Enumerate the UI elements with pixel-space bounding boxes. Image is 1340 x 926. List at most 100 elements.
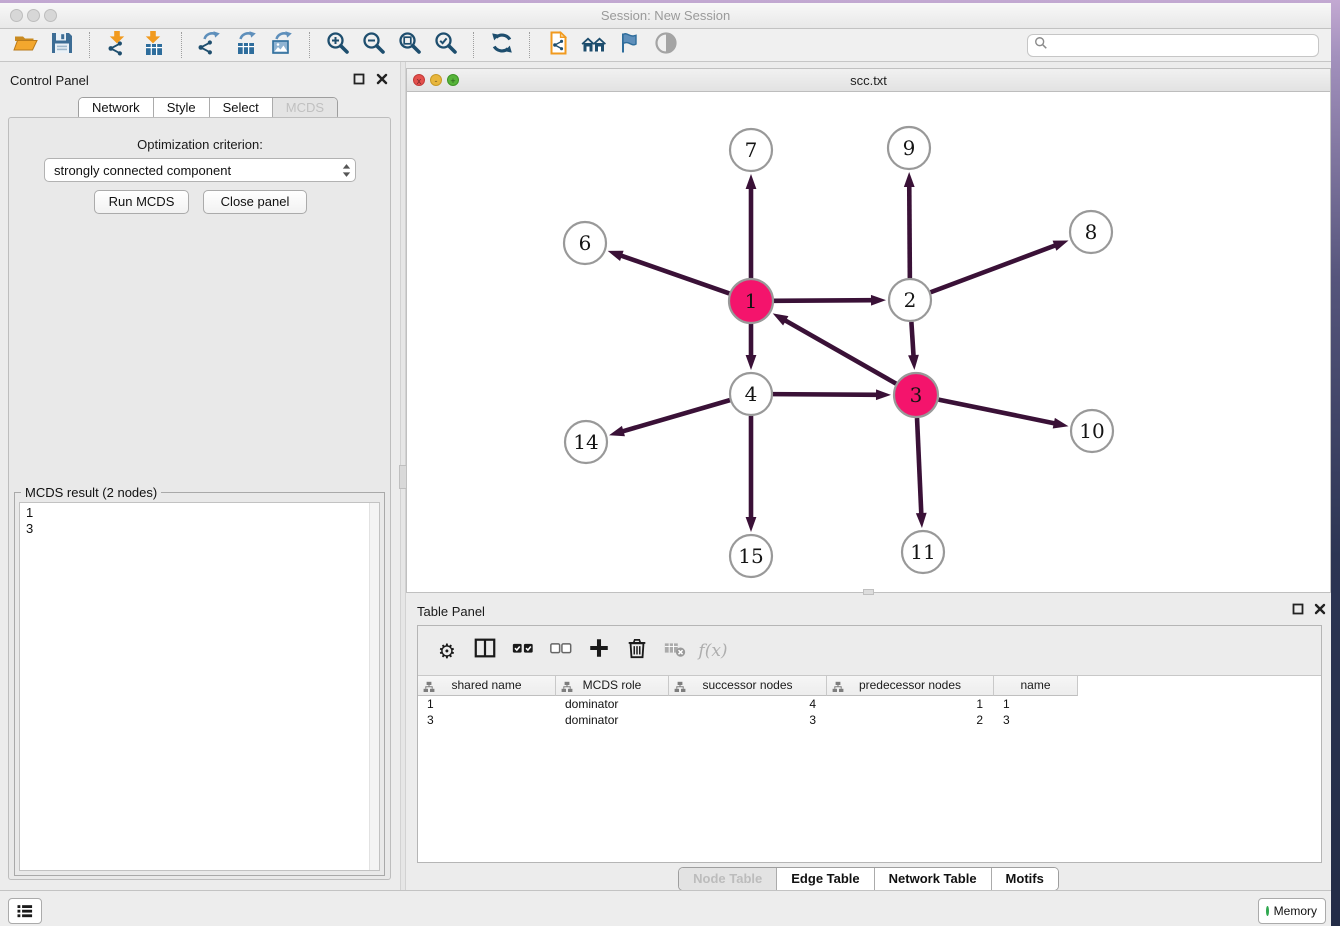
graph-edge-1-7[interactable] <box>746 174 757 278</box>
graph-edge-4-14[interactable] <box>609 400 730 436</box>
zoom-selected-icon <box>433 30 459 61</box>
cell-MCDS-role[interactable]: dominator <box>556 696 669 712</box>
vizmapper-button[interactable] <box>612 30 648 60</box>
toggle-column-view-button[interactable] <box>470 636 500 666</box>
table-panel-close-button[interactable] <box>1313 602 1327 615</box>
cell-name[interactable]: 1 <box>994 696 1078 712</box>
column-label: MCDS role <box>583 678 642 692</box>
window-title: Session: New Session <box>0 3 1331 28</box>
create-column-button[interactable] <box>584 636 614 666</box>
graph-node-14[interactable]: 14 <box>565 421 607 463</box>
save-session-button[interactable] <box>44 30 80 60</box>
delete-table-button <box>660 636 690 666</box>
table-delete-icon <box>663 636 687 665</box>
select-all-columns-button[interactable] <box>508 636 538 666</box>
zoom-in-button[interactable] <box>320 30 356 60</box>
search-input[interactable] <box>1048 35 1318 55</box>
import-network-button[interactable] <box>100 30 136 60</box>
graph-edge-3-10[interactable] <box>939 400 1069 429</box>
tab-network-table[interactable]: Network Table <box>875 868 992 890</box>
cell-successor-nodes[interactable]: 3 <box>669 712 827 728</box>
column-header-name[interactable]: name <box>994 676 1078 696</box>
tab-node-table[interactable]: Node Table <box>679 868 777 890</box>
graph-edge-1-4[interactable] <box>746 324 757 370</box>
cell-MCDS-role[interactable]: dominator <box>556 712 669 728</box>
trash-icon <box>625 636 649 665</box>
column-header-shared-name[interactable]: shared name <box>418 676 556 696</box>
table-panel-float-button[interactable] <box>1291 602 1305 615</box>
graph-node-1[interactable]: 1 <box>729 279 773 323</box>
graph-edge-4-15[interactable] <box>746 416 757 532</box>
cell-name[interactable]: 3 <box>994 712 1078 728</box>
column-header-MCDS-role[interactable]: MCDS role <box>556 676 669 696</box>
graph-edge-2-3[interactable] <box>908 322 919 370</box>
export-table-button[interactable] <box>228 30 264 60</box>
new-network-from-selection-button[interactable] <box>540 30 576 60</box>
tab-edge-table[interactable]: Edge Table <box>777 868 874 890</box>
deselect-all-columns-button[interactable] <box>546 636 576 666</box>
network-window-titlebar[interactable]: x-+ scc.txt <box>407 69 1330 92</box>
columns-icon <box>473 636 497 665</box>
tab-motifs[interactable]: Motifs <box>992 868 1058 890</box>
cell-shared-name[interactable]: 1 <box>418 696 556 712</box>
graph-edge-3-1[interactable] <box>773 313 896 383</box>
graph-node-4[interactable]: 4 <box>730 373 772 415</box>
document-share-icon <box>545 30 571 61</box>
cell-shared-name[interactable]: 3 <box>418 712 556 728</box>
mcds-result-textarea[interactable]: 1 3 <box>19 502 380 871</box>
zoom-selected-button[interactable] <box>428 30 464 60</box>
delete-column-button[interactable] <box>622 636 652 666</box>
memory-button[interactable]: Memory <box>1258 898 1326 924</box>
zoom-fit-button[interactable] <box>392 30 428 60</box>
search-icon <box>1034 36 1048 55</box>
graph-node-6[interactable]: 6 <box>564 222 606 264</box>
eye-icon <box>653 30 679 61</box>
horizontal-splitter-handle[interactable] <box>863 589 874 595</box>
open-session-button[interactable] <box>8 30 44 60</box>
result-scrollbar[interactable] <box>369 503 379 870</box>
column-header-successor-nodes[interactable]: successor nodes <box>669 676 827 696</box>
column-header-predecessor-nodes[interactable]: predecessor nodes <box>827 676 994 696</box>
close-icon <box>376 73 388 85</box>
node-label-8: 8 <box>1085 220 1098 244</box>
graph-node-15[interactable]: 15 <box>730 535 772 577</box>
table-row-1: 1dominator411 <box>418 696 1321 712</box>
table-panel-tabbar: Node TableEdge TableNetwork TableMotifs <box>678 867 1059 891</box>
control-panel-float-button[interactable] <box>352 72 366 85</box>
run-mcds-button[interactable]: Run MCDS <box>94 190 189 214</box>
zoom-out-button[interactable] <box>356 30 392 60</box>
table-body: 1dominator4113dominator323 <box>418 696 1321 862</box>
graph-edge-2-9[interactable] <box>904 172 915 278</box>
first-neighbors-button[interactable] <box>576 30 612 60</box>
import-table-button[interactable] <box>136 30 172 60</box>
show-graphics-details-button <box>648 30 684 60</box>
task-history-button[interactable] <box>8 898 42 924</box>
cell-predecessor-nodes[interactable]: 1 <box>827 696 994 712</box>
close-panel-button[interactable]: Close panel <box>203 190 307 214</box>
graph-node-11[interactable]: 11 <box>902 531 944 573</box>
search-box[interactable] <box>1027 34 1319 57</box>
graph-node-3[interactable]: 3 <box>894 373 938 417</box>
export-image-button[interactable] <box>264 30 300 60</box>
graph-node-10[interactable]: 10 <box>1071 410 1113 452</box>
graph-node-7[interactable]: 7 <box>730 129 772 171</box>
network-canvas[interactable]: 7 9 6 8 1 2 4 3 14 10 15 11 <box>407 92 1330 592</box>
apply-layout-button[interactable] <box>484 30 520 60</box>
graph-edge-3-11[interactable] <box>916 418 927 528</box>
graph-edge-4-3[interactable] <box>773 389 891 400</box>
graph-edge-1-2[interactable] <box>774 295 886 306</box>
graph-edge-1-6[interactable] <box>608 251 730 294</box>
window-titlebar[interactable]: Session: New Session <box>0 3 1331 29</box>
table-settings-button[interactable]: ⚙ <box>432 636 462 666</box>
control-panel-close-button[interactable] <box>375 72 389 85</box>
graph-edge-2-8[interactable] <box>931 240 1069 292</box>
cell-predecessor-nodes[interactable]: 2 <box>827 712 994 728</box>
criterion-dropdown[interactable]: strongly connected component <box>44 158 356 182</box>
cell-successor-nodes[interactable]: 4 <box>669 696 827 712</box>
flag-icon <box>617 30 643 61</box>
graph-node-9[interactable]: 9 <box>888 127 930 169</box>
export-network-button[interactable] <box>192 30 228 60</box>
network-view-window: x-+ scc.txt 7 9 6 8 1 2 4 3 14 10 15 11 <box>406 68 1331 593</box>
graph-node-2[interactable]: 2 <box>889 279 931 321</box>
graph-node-8[interactable]: 8 <box>1070 211 1112 253</box>
